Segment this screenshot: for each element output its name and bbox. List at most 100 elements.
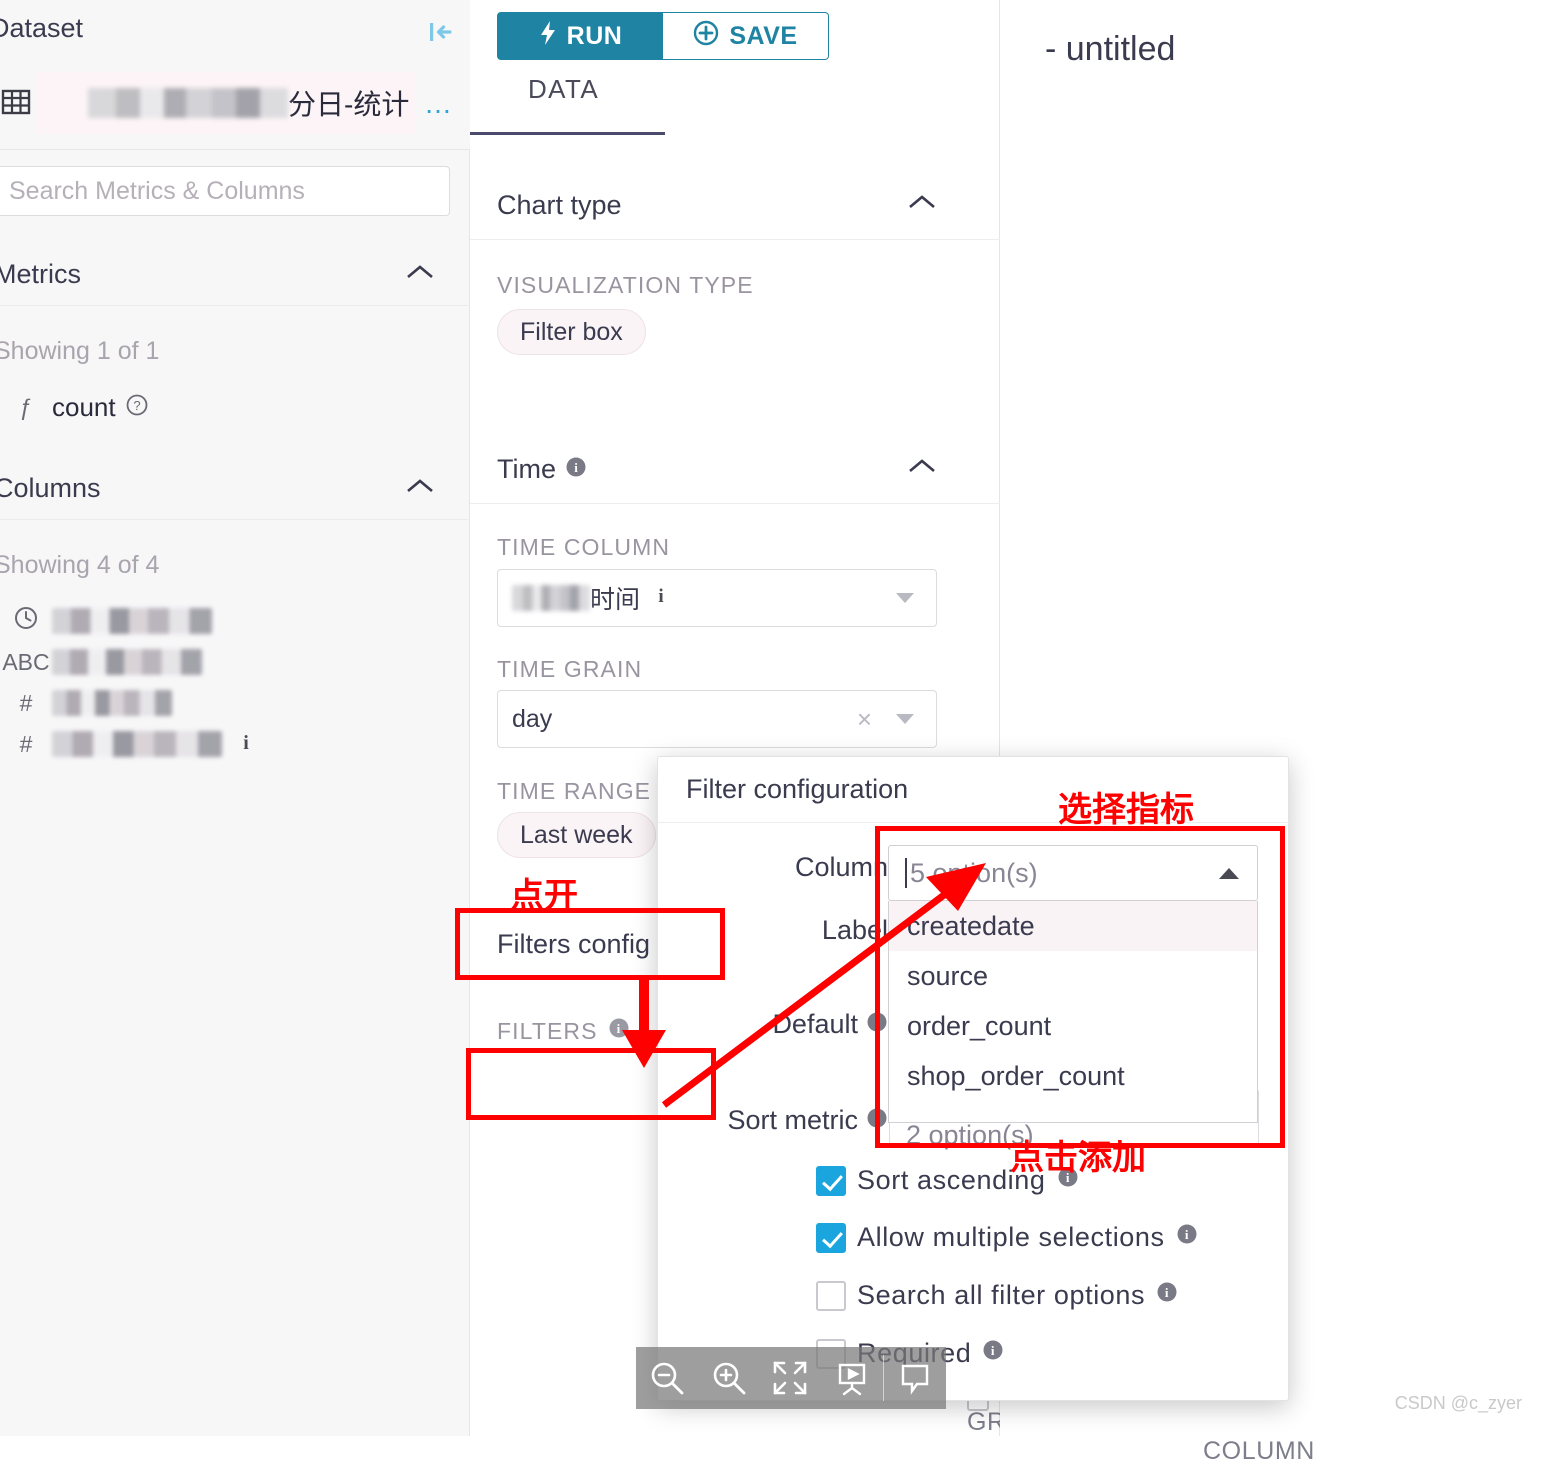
- columns-showing-count: Showing 4 of 4: [0, 551, 160, 579]
- time-grain-select[interactable]: day ×: [497, 690, 937, 748]
- search-all-option[interactable]: Search all filter options i: [816, 1280, 1178, 1311]
- svg-text:i: i: [658, 586, 663, 606]
- action-buttons: RUN SAVE: [497, 12, 829, 60]
- column-item[interactable]: #: [0, 684, 172, 722]
- info-icon[interactable]: i: [982, 1339, 1004, 1368]
- annotation-arrow-diagonal: [661, 863, 986, 1108]
- svg-text:i: i: [1185, 1227, 1189, 1242]
- modal-header: Filter configuration: [658, 757, 1290, 823]
- sort-ascending-checkbox[interactable]: [816, 1165, 846, 1196]
- search-input[interactable]: Search Metrics & Columns: [0, 166, 450, 216]
- column-item[interactable]: ABC: [0, 643, 202, 681]
- dataset-name-redacted: [88, 88, 288, 118]
- function-icon: ƒ: [19, 393, 33, 420]
- info-icon[interactable]: i: [1176, 1223, 1198, 1252]
- info-icon[interactable]: i: [652, 584, 670, 613]
- comment-bubble-icon[interactable]: [884, 1360, 946, 1396]
- chevron-up-icon: [906, 456, 938, 481]
- fullscreen-expand-icon[interactable]: [760, 1359, 822, 1397]
- run-button[interactable]: RUN: [497, 12, 663, 60]
- dataset-more-menu[interactable]: …: [424, 88, 454, 120]
- table-grid-icon: [0, 84, 34, 120]
- zoom-out-icon[interactable]: [636, 1358, 698, 1398]
- save-button[interactable]: SAVE: [663, 12, 829, 60]
- dataset-header: Dataset 分日-统计 …: [0, 0, 470, 150]
- annotation-click-add: 点击添加: [1010, 1139, 1146, 1177]
- run-button-label: RUN: [566, 21, 623, 50]
- column-item[interactable]: [0, 602, 212, 640]
- columns-section-header[interactable]: Columns: [0, 458, 470, 520]
- search-all-checkbox[interactable]: [816, 1280, 846, 1311]
- time-heading: Time: [497, 454, 556, 484]
- time-section-header[interactable]: Time i: [470, 436, 1000, 504]
- column-name-redacted: [52, 690, 172, 716]
- svg-text:i: i: [243, 732, 249, 754]
- time-column-value-redacted: [512, 585, 590, 611]
- time-column-label: TIME COLUMN: [497, 534, 671, 560]
- abc-icon: ABC: [2, 648, 50, 675]
- svg-text:?: ?: [133, 398, 140, 413]
- floating-zoom-toolbar[interactable]: [636, 1347, 946, 1409]
- dataset-name-suffix: 分日-统计: [288, 89, 410, 120]
- allow-multiple-label: Allow multiple selections: [857, 1222, 1165, 1252]
- lightning-bolt-icon: [538, 20, 558, 53]
- chevron-down-icon[interactable]: [896, 714, 914, 724]
- hash-icon: #: [19, 730, 33, 757]
- tab-active-indicator: [470, 132, 665, 135]
- info-icon[interactable]: i: [236, 730, 256, 759]
- filters-label: FILTERS: [497, 1017, 598, 1044]
- hash-icon: #: [19, 689, 33, 716]
- chart-title: - untitled: [1045, 30, 1176, 68]
- plus-circle-icon: [693, 20, 719, 53]
- visualization-type-value[interactable]: Filter box: [497, 309, 646, 355]
- metrics-showing-count: Showing 1 of 1: [0, 337, 160, 365]
- collapse-left-icon[interactable]: [426, 18, 454, 46]
- watermark: CSDN @c_zyer: [1394, 1393, 1522, 1413]
- search-all-label: Search all filter options: [857, 1280, 1146, 1310]
- chevron-up-icon[interactable]: [1219, 868, 1239, 879]
- modal-title: Filter configuration: [686, 774, 909, 804]
- svg-text:i: i: [991, 1343, 995, 1358]
- time-column-value-suffix: 时间: [590, 586, 641, 614]
- save-button-label: SAVE: [729, 21, 798, 50]
- chevron-up-icon: [906, 192, 938, 217]
- annotation-select-metric: 选择指标: [1058, 791, 1194, 829]
- time-column-select[interactable]: 时间 i: [497, 569, 937, 627]
- columns-heading: Columns: [0, 473, 101, 503]
- annotation-open-it: 点开: [510, 877, 578, 915]
- visualization-type-label: VISUALIZATION TYPE: [497, 272, 754, 298]
- close-x-icon[interactable]: ×: [857, 704, 872, 735]
- column-name-redacted: [52, 731, 222, 757]
- svg-text:i: i: [574, 460, 578, 475]
- chevron-down-icon[interactable]: [896, 593, 914, 603]
- time-grain-label: TIME GRAIN: [497, 656, 643, 682]
- column-item[interactable]: # i: [0, 725, 256, 763]
- chart-type-heading: Chart type: [497, 190, 622, 220]
- time-range-label: TIME RANGE: [497, 778, 652, 804]
- panel-tabs: DATA: [470, 74, 1000, 140]
- column-name-redacted: [52, 608, 212, 634]
- viz-type-text: Filter box: [520, 317, 623, 346]
- chart-type-section-header[interactable]: Chart type: [470, 172, 1000, 240]
- sidebar-title: Dataset: [0, 13, 84, 43]
- presentation-icon[interactable]: [821, 1359, 883, 1397]
- filters-config-heading: Filters config: [497, 929, 651, 959]
- chevron-up-icon: [404, 262, 436, 287]
- allow-multiple-option[interactable]: Allow multiple selections i: [816, 1222, 1198, 1253]
- metric-item-count[interactable]: ƒ count ?: [0, 388, 149, 426]
- info-icon[interactable]: i: [1156, 1281, 1178, 1310]
- time-grain-value: day: [512, 704, 553, 733]
- tab-data[interactable]: DATA: [528, 74, 599, 105]
- dataset-sidebar: Dataset 分日-统计 … Search Metrics & Columns…: [0, 0, 470, 1436]
- metric-name: count: [52, 391, 116, 422]
- zoom-in-icon[interactable]: [698, 1358, 760, 1398]
- time-range-value[interactable]: Last week: [497, 812, 656, 858]
- svg-text:i: i: [1165, 1285, 1169, 1300]
- dataset-item[interactable]: 分日-统计: [36, 72, 416, 134]
- filters-label-wrap: FILTERS i: [497, 1017, 630, 1045]
- info-icon[interactable]: i: [565, 454, 587, 485]
- metrics-section-header[interactable]: Metrics: [0, 244, 470, 306]
- allow-multiple-checkbox[interactable]: [816, 1222, 846, 1253]
- question-circle-icon[interactable]: ?: [125, 393, 149, 422]
- time-range-text: Last week: [520, 820, 633, 849]
